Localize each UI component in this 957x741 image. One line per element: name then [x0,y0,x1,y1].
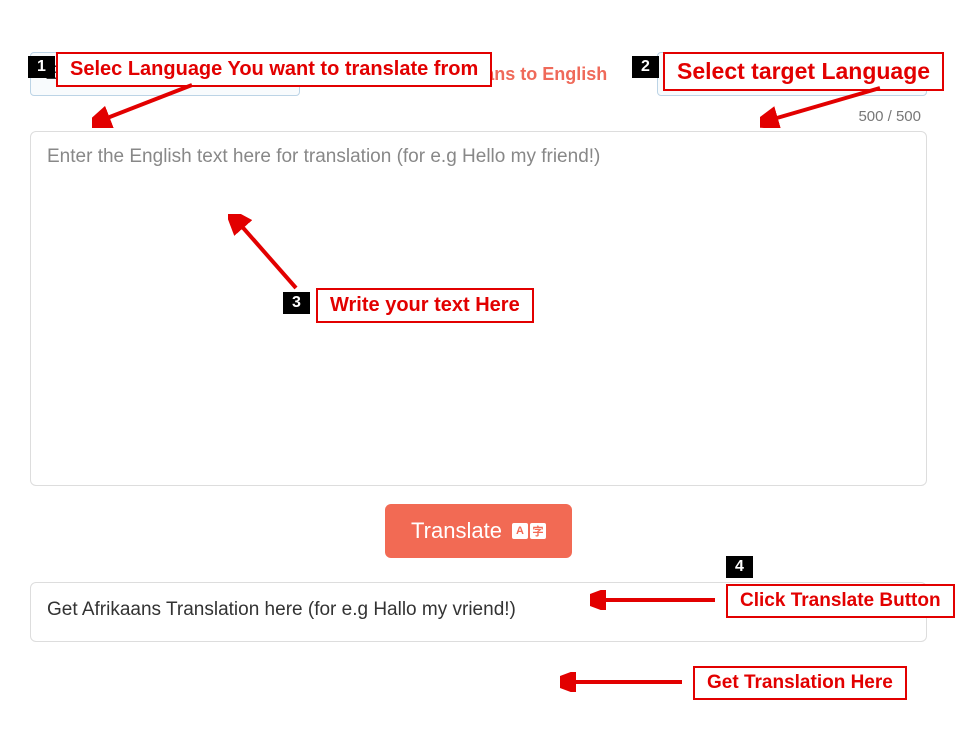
annotation-badge-2: 2 [632,56,659,78]
annotation-badge-1: 1 [28,56,55,78]
annotation-text-5: Get Translation Here [693,666,907,700]
output-placeholder: Get Afrikaans Translation here (for e.g … [47,599,516,620]
translate-icon: A字 [512,523,546,539]
char-counter: 500 / 500 [30,108,921,125]
annotation-text-4: Click Translate Button [726,584,955,618]
translate-button-label: Translate [411,518,502,544]
annotation-text-2: Select target Language [663,52,944,91]
translate-button[interactable]: Translate A字 [385,504,572,558]
annotation-badge-3: 3 [283,292,310,314]
annotation-badge-4: 4 [726,556,753,578]
annotation-text-1: Selec Language You want to translate fro… [56,52,492,87]
input-placeholder: Enter the English text here for translat… [47,146,600,167]
annotation-text-3: Write your text Here [316,288,534,323]
